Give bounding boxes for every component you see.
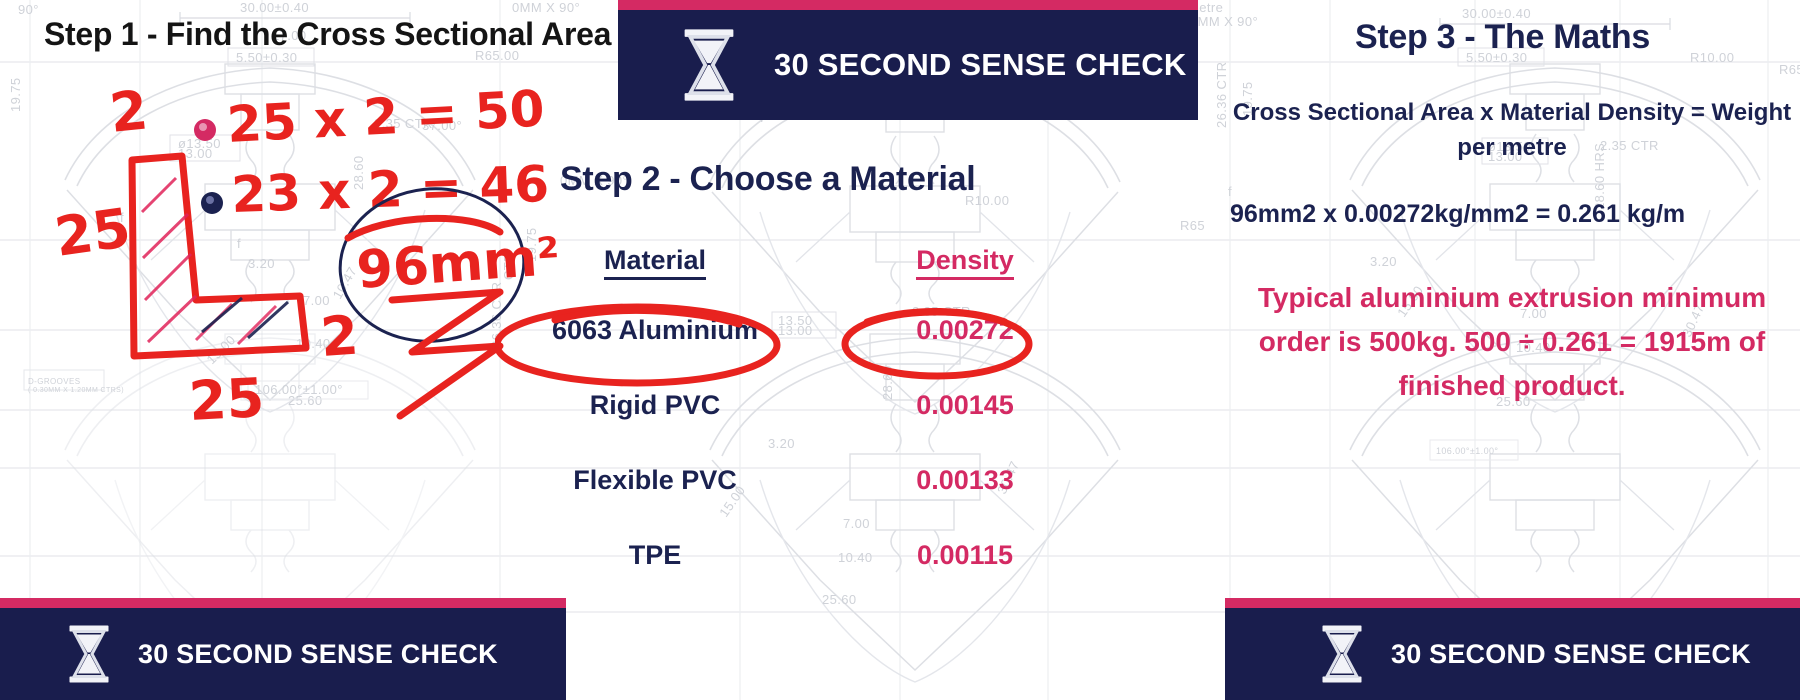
sense-check-banner-bottom-right: 30 SECOND SENSE CHECK — [1225, 598, 1800, 700]
cell-material: Rigid PVC — [589, 390, 721, 420]
hourglass-icon — [58, 624, 120, 684]
banner-label: 30 SECOND SENSE CHECK — [138, 638, 498, 669]
slide-canvas: 30.00±0.40 17.00 5.50±0.30 R65.00 90° 37… — [0, 0, 1800, 700]
cell-density: 0.00115 — [916, 540, 1014, 570]
hourglass-icon — [1311, 624, 1373, 684]
table-row[interactable]: Rigid PVC 0.00145 — [505, 390, 1125, 421]
svg-text:0MM X 90°: 0MM X 90° — [1190, 14, 1258, 29]
svg-text:R65: R65 — [1180, 218, 1205, 233]
table-row[interactable]: TPE 0.00115 — [505, 540, 1125, 571]
material-density-table: Material Density 6063 Aluminium 0.00272 … — [505, 245, 1125, 571]
svg-text:f: f — [1228, 184, 1232, 199]
sense-check-banner-bottom-left: 30 SECOND SENSE CHECK — [0, 598, 566, 700]
table-header-row: Material Density — [505, 245, 1125, 280]
column-header-material: Material — [505, 245, 805, 280]
column-header-density: Density — [805, 245, 1125, 280]
step2-title: Step 2 - Choose a Material — [560, 160, 976, 198]
step3-note: Typical aluminium extrusion minimum orde… — [1257, 282, 1767, 402]
sense-check-banner-top: 30 SECOND SENSE CHECK — [618, 0, 1198, 120]
banner-accent-bar — [0, 598, 566, 608]
cell-density: 0.00145 — [916, 390, 1014, 420]
step3-calculation: 96mm2 x 0.00272kg/mm2 = 0.261 kg/m — [1230, 200, 1686, 228]
selected-row-highlight — [495, 303, 1033, 387]
hourglass-icon — [666, 27, 752, 103]
cell-material: TPE — [628, 540, 682, 570]
svg-text:25: 25 — [51, 196, 134, 269]
banner-accent-bar — [618, 0, 1198, 10]
banner-label: 30 SECOND SENSE CHECK — [774, 47, 1187, 82]
step1-title: Step 1 - Find the Cross Sectional Area — [44, 16, 612, 52]
cell-density: 0.00133 — [916, 465, 1014, 495]
svg-text:25: 25 — [187, 366, 265, 433]
svg-text:R65: R65 — [1779, 62, 1800, 77]
svg-text:25 x 2 = 50: 25 x 2 = 50 — [226, 79, 546, 154]
cell-material: Flexible PVC — [573, 465, 737, 495]
banner-accent-bar — [1225, 598, 1800, 608]
step3-formula: Cross Sectional Area x Material Density … — [1232, 99, 1792, 161]
svg-text:2: 2 — [107, 78, 151, 145]
table-row[interactable]: Flexible PVC 0.00133 — [505, 465, 1125, 496]
svg-text:2: 2 — [319, 304, 361, 369]
svg-text:3.20: 3.20 — [1370, 254, 1397, 269]
svg-text:25.60: 25.60 — [822, 592, 857, 607]
svg-text:R10.00: R10.00 — [1690, 50, 1734, 65]
svg-text:106.00°±1.00°: 106.00°±1.00° — [1436, 446, 1498, 456]
step3-title: Step 3 - The Maths — [1355, 18, 1650, 56]
banner-label: 30 SECOND SENSE CHECK — [1391, 638, 1751, 669]
